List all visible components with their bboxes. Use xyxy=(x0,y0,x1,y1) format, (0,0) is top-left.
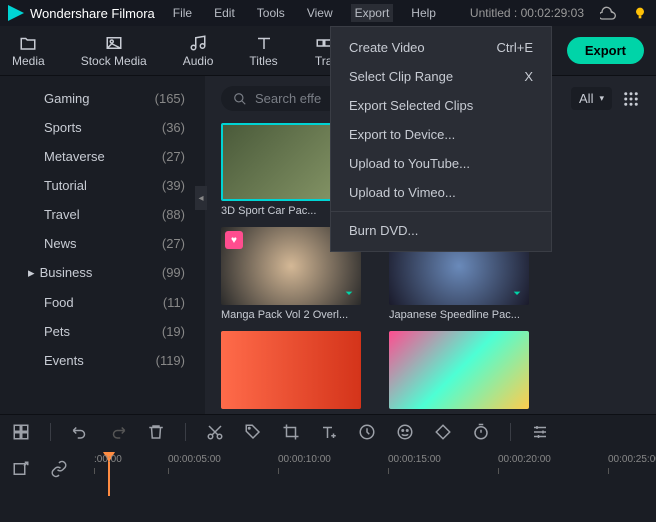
timeline[interactable]: :00:00 00:00:05:00 00:00:10:00 00:00:15:… xyxy=(0,448,656,496)
tick-label: 00:00:10:00 xyxy=(278,454,331,465)
redo-icon[interactable] xyxy=(109,423,127,441)
editing-toolbar xyxy=(0,414,656,448)
menu-help[interactable]: Help xyxy=(407,4,440,22)
grid-view-icon[interactable] xyxy=(622,90,640,108)
search-icon xyxy=(233,92,247,106)
timer-icon[interactable] xyxy=(472,423,490,441)
sidebar-item-pets[interactable]: Pets(19) xyxy=(0,317,205,346)
cut-icon[interactable] xyxy=(206,423,224,441)
filter-dropdown[interactable]: All ▾ xyxy=(571,87,612,110)
menu-burn-dvd[interactable]: Burn DVD... xyxy=(331,216,551,245)
app-name: Wondershare Filmora xyxy=(30,6,155,21)
link-icon[interactable] xyxy=(50,460,68,478)
sidebar-item-metaverse[interactable]: Metaverse(27) xyxy=(0,142,205,171)
sidebar-item-tutorial[interactable]: Tutorial(39) xyxy=(0,171,205,200)
separator xyxy=(510,423,511,441)
sidebar-item-news[interactable]: News(27) xyxy=(0,229,205,258)
effect-thumb[interactable] xyxy=(221,331,361,409)
chevron-down-icon: ▾ xyxy=(599,93,604,104)
track-add-icon[interactable] xyxy=(12,460,30,478)
music-icon xyxy=(188,34,208,52)
menu-select-clip-range[interactable]: Select Clip RangeX xyxy=(331,62,551,91)
tick-label: 00:00:20:00 xyxy=(498,454,551,465)
sidebar-item-food[interactable]: Food(11) xyxy=(0,288,205,317)
menu-edit[interactable]: Edit xyxy=(210,4,239,22)
collapse-handle[interactable]: ◂ xyxy=(195,186,207,210)
menu-view[interactable]: View xyxy=(303,4,337,22)
menu-file[interactable]: File xyxy=(169,4,196,22)
crop-icon[interactable] xyxy=(282,423,300,441)
time-ruler[interactable]: :00:00 00:00:05:00 00:00:10:00 00:00:15:… xyxy=(88,454,644,494)
tab-audio[interactable]: Audio xyxy=(183,34,214,68)
separator xyxy=(50,423,51,441)
speed-icon[interactable] xyxy=(358,423,376,441)
download-icon[interactable] xyxy=(341,285,357,301)
menu-separator xyxy=(331,211,551,212)
keyframe-icon[interactable] xyxy=(434,423,452,441)
sidebar-item-travel[interactable]: Travel(88) xyxy=(0,200,205,229)
titlebar: Wondershare Filmora File Edit Tools View… xyxy=(0,0,656,26)
filmora-icon xyxy=(8,5,24,21)
sidebar-item-business[interactable]: ▸ Business(99) xyxy=(0,258,205,288)
sidebar-item-events[interactable]: Events(119) xyxy=(0,346,205,375)
color-icon[interactable] xyxy=(396,423,414,441)
tick-label: 00:00:25:00 xyxy=(608,454,656,465)
menu-export[interactable]: Export xyxy=(351,4,394,22)
heart-icon[interactable]: ♥ xyxy=(225,231,243,249)
project-title: Untitled : 00:02:29:03 xyxy=(470,6,584,20)
category-sidebar: Gaming(165) Sports(36) Metaverse(27) Tut… xyxy=(0,76,205,414)
folder-icon xyxy=(18,34,38,52)
thumb-label: Japanese Speedline Pac... xyxy=(389,309,529,321)
download-icon[interactable] xyxy=(509,285,525,301)
layout-icon[interactable] xyxy=(12,423,30,441)
sidebar-item-sports[interactable]: Sports(36) xyxy=(0,113,205,142)
delete-icon[interactable] xyxy=(147,423,165,441)
thumb-preview xyxy=(221,331,361,409)
export-dropdown-menu: Create VideoCtrl+E Select Clip RangeX Ex… xyxy=(330,26,552,252)
effect-thumb[interactable] xyxy=(389,331,529,409)
image-icon xyxy=(104,34,124,52)
cloud-icon[interactable] xyxy=(600,5,616,21)
adjust-icon[interactable] xyxy=(531,423,549,441)
menu-create-video[interactable]: Create VideoCtrl+E xyxy=(331,33,551,62)
menu-upload-vimeo[interactable]: Upload to Vimeo... xyxy=(331,178,551,207)
menu-export-selected[interactable]: Export Selected Clips xyxy=(331,91,551,120)
toolbar: Media Stock Media Audio Titles Tra Expor… xyxy=(0,26,656,76)
thumb-label: Manga Pack Vol 2 Overl... xyxy=(221,309,361,321)
caret-right-icon: ▸ xyxy=(28,265,36,281)
tab-media[interactable]: Media xyxy=(12,34,45,68)
tick-label: 00:00:15:00 xyxy=(388,454,441,465)
menu-export-device[interactable]: Export to Device... xyxy=(331,120,551,149)
bulb-icon[interactable] xyxy=(632,5,648,21)
tag-icon[interactable] xyxy=(244,423,262,441)
menu-upload-youtube[interactable]: Upload to YouTube... xyxy=(331,149,551,178)
tick-label: 00:00:05:00 xyxy=(168,454,221,465)
sidebar-item-gaming[interactable]: Gaming(165) xyxy=(0,84,205,113)
text-icon xyxy=(254,34,274,52)
undo-icon[interactable] xyxy=(71,423,89,441)
separator xyxy=(185,423,186,441)
menu-tools[interactable]: Tools xyxy=(253,4,289,22)
tab-titles[interactable]: Titles xyxy=(249,34,277,68)
text-add-icon[interactable] xyxy=(320,423,338,441)
tab-stock-media[interactable]: Stock Media xyxy=(81,34,147,68)
tick-label: :00:00 xyxy=(94,454,122,465)
app-logo: Wondershare Filmora xyxy=(8,5,155,21)
export-button[interactable]: Export xyxy=(567,37,644,64)
thumb-preview xyxy=(389,331,529,409)
